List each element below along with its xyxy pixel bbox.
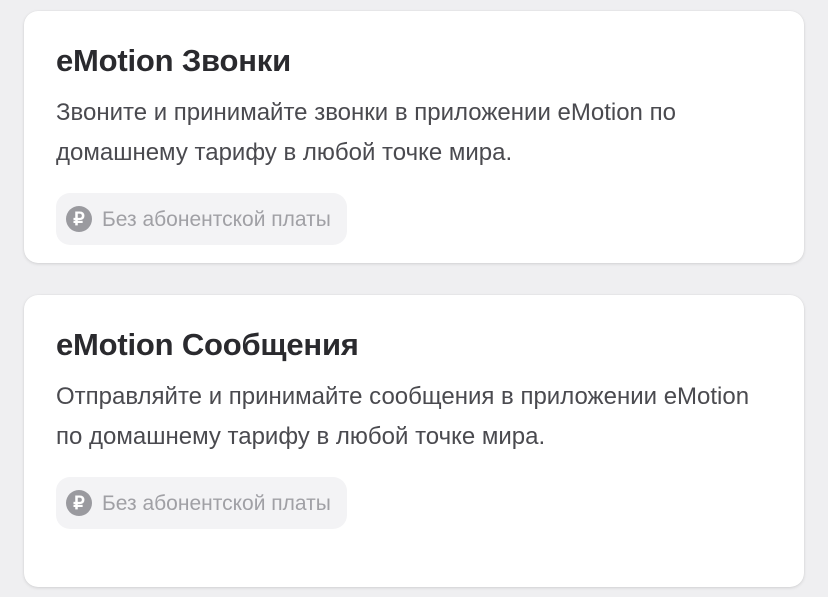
service-card-messages[interactable]: eMotion Сообщения Отправляйте и принимай… — [24, 295, 804, 587]
badge-label: Без абонентской платы — [102, 207, 331, 231]
price-badge: ₽ Без абонентской платы — [56, 477, 347, 529]
ruble-icon: ₽ — [66, 490, 92, 516]
card-description: Звоните и принимайте звонки в приложении… — [56, 99, 676, 166]
price-badge: ₽ Без абонентской платы — [56, 193, 347, 245]
service-card-calls[interactable]: eMotion Звонки Звоните и принимайте звон… — [24, 11, 804, 263]
ruble-icon: ₽ — [66, 206, 92, 232]
card-title: eMotion Сообщения — [56, 327, 359, 362]
card-title: eMotion Звонки — [56, 43, 291, 78]
badge-label: Без абонентской платы — [102, 491, 331, 515]
card-description: Отправляйте и принимайте сообщения в при… — [56, 383, 750, 450]
